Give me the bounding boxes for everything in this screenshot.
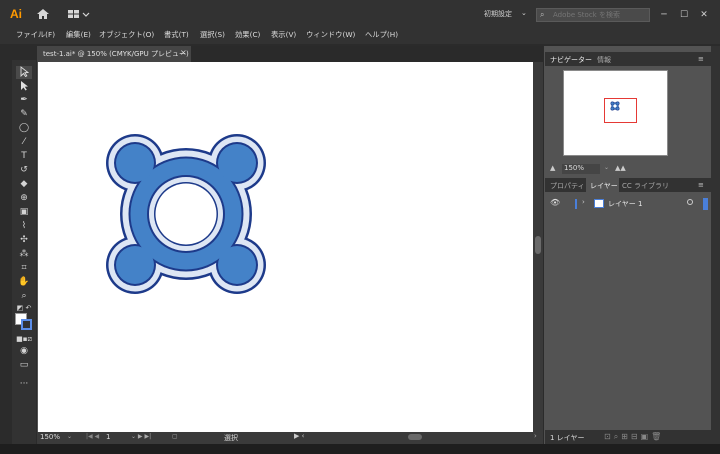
home-icon[interactable] — [36, 8, 50, 20]
hand-tool-icon[interactable]: ✋ — [16, 276, 32, 289]
layers-panel — [545, 192, 711, 430]
close-window-button[interactable]: ✕ — [698, 10, 710, 20]
taskbar — [0, 444, 720, 454]
navigator-zoom-input[interactable]: 150% — [562, 164, 600, 174]
tab-properties[interactable]: プロパティ — [550, 181, 585, 191]
chevron-down-icon[interactable]: ⌄ — [67, 433, 72, 440]
horizontal-scroll-thumb[interactable] — [408, 434, 422, 440]
menu-object[interactable]: オブジェクト(O) — [99, 30, 154, 40]
screen-mode-icon[interactable]: ▭ — [16, 359, 32, 372]
layer-action-icons[interactable]: ⊡⌕⊞⊟▣🗑 — [604, 432, 664, 442]
symbol-sprayer-tool-icon[interactable]: ⁂ — [16, 248, 32, 261]
ai-logo: Ai — [10, 7, 22, 21]
target-circle-icon[interactable] — [687, 199, 693, 205]
hole — [155, 183, 217, 245]
eyedropper-tool-icon[interactable]: ⌇ — [16, 220, 32, 233]
panel-menu-icon[interactable]: ≡ — [698, 181, 704, 189]
blend-tool-icon[interactable]: ✣ — [16, 234, 32, 247]
navigator-view-box[interactable] — [604, 98, 637, 123]
menu-select[interactable]: 選択(S) — [200, 30, 225, 40]
ellipse-tool-icon[interactable]: ◯ — [16, 122, 32, 135]
menu-help[interactable]: ヘルプ(H) — [365, 30, 398, 40]
gradient-tool-icon[interactable]: ▣ — [16, 206, 32, 219]
selection-tool-icon[interactable] — [16, 66, 32, 79]
curvature-tool-icon[interactable]: ✎ — [16, 108, 32, 121]
zoom-in-icon[interactable]: ▲▲ — [615, 164, 626, 172]
artboard[interactable] — [38, 62, 534, 432]
artwork[interactable] — [38, 62, 534, 432]
tab-navigator[interactable]: ナビゲーター — [550, 55, 592, 65]
menu-view[interactable]: 表示(V) — [271, 30, 296, 40]
panel-menu-icon[interactable]: ≡ — [698, 55, 704, 63]
menu-edit[interactable]: 編集(E) — [66, 30, 91, 40]
chevron-down-icon[interactable]: ⌄ — [521, 9, 527, 17]
stock-search-box[interactable]: ⌕ — [536, 8, 650, 22]
tab-info[interactable]: 情報 — [597, 55, 611, 65]
expand-arrow-icon[interactable]: › — [582, 198, 585, 206]
menu-effect[interactable]: 効果(C) — [235, 30, 260, 40]
status-text: 選択 — [224, 434, 238, 442]
minimize-button[interactable]: ─ — [658, 10, 670, 20]
shape-builder-tool-icon[interactable]: ⊕ — [16, 192, 32, 205]
eraser-tool-icon[interactable]: ◆ — [16, 178, 32, 191]
layer-name[interactable]: レイヤー 1 — [608, 199, 642, 209]
artboard-options-icon[interactable]: ▢ — [172, 433, 178, 440]
stroke-color-swatch[interactable] — [21, 319, 32, 330]
artboard-tool-icon[interactable]: ⌗ — [16, 262, 32, 275]
close-icon[interactable]: × — [180, 48, 187, 57]
zoom-level-dropdown[interactable]: 150% — [40, 433, 82, 443]
status-menu-arrow-icon[interactable]: ▶ ‹ — [294, 432, 304, 440]
first-artboard-icon[interactable]: |◀ ◀ — [86, 433, 99, 440]
scroll-right-icon[interactable]: › — [534, 432, 537, 440]
search-icon: ⌕ — [540, 10, 545, 19]
menu-window[interactable]: ウィンドウ(W) — [306, 30, 355, 40]
direct-selection-tool-icon[interactable] — [16, 80, 32, 93]
draw-mode-icon[interactable]: ◉ — [16, 345, 32, 358]
workspace-switcher-icon[interactable] — [66, 8, 96, 20]
document-tab[interactable]: test-1.ai* @ 150% (CMYK/GPU プレビュー) — [37, 46, 191, 62]
zoom-out-icon[interactable]: ▲ — [550, 164, 555, 172]
maximize-button[interactable]: ☐ — [678, 10, 690, 20]
layer-row[interactable]: 👁 › レイヤー 1 — [545, 198, 711, 210]
collapsed-panel-strip — [711, 46, 720, 444]
menu-file[interactable]: ファイル(F) — [16, 30, 55, 40]
next-artboard-icon[interactable]: ⌄ ▶ ▶| — [131, 433, 151, 440]
pen-tool-icon[interactable]: ✒ — [16, 94, 32, 107]
layer-count: 1 レイヤー — [550, 434, 585, 442]
chevron-down-icon[interactable]: ⌄ — [604, 164, 609, 171]
rotate-tool-icon[interactable]: ↺ — [16, 164, 32, 177]
tab-layers[interactable]: レイヤー — [590, 181, 618, 191]
layer-thumbnail — [594, 199, 604, 208]
tools-panel: ✒ ✎ ◯ ⁄ T ↺ ◆ ⊕ ▣ ⌇ ✣ ⁂ ⌗ ✋ ⌕ ◩ ↶ ■▪⧄ ◉ … — [12, 60, 36, 454]
more-tools-icon[interactable]: ··· — [16, 378, 32, 391]
selection-indicator — [703, 198, 708, 210]
paintbrush-tool-icon[interactable]: ⁄ — [16, 136, 32, 149]
stock-search-input[interactable] — [553, 10, 647, 20]
layer-color-bar — [575, 199, 577, 209]
eye-icon[interactable]: 👁 — [550, 198, 560, 207]
tab-cc-libraries[interactable]: CC ライブラリ — [622, 181, 669, 191]
vertical-scroll-thumb[interactable] — [535, 236, 541, 254]
menu-bar: ファイル(F) 編集(E) オブジェクト(O) 書式(T) 選択(S) 効果(C… — [0, 28, 720, 44]
menu-type[interactable]: 書式(T) — [164, 30, 189, 40]
type-tool-icon[interactable]: T — [16, 150, 32, 163]
